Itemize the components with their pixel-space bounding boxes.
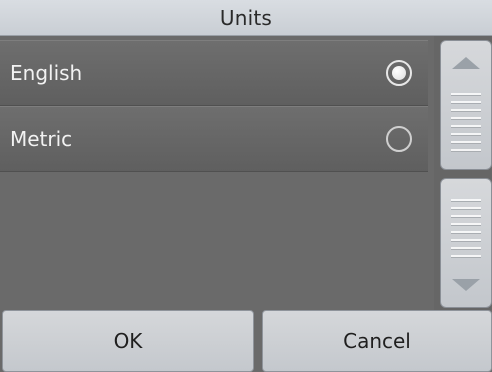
scroll-grip-line (451, 255, 481, 258)
scroll-grip-line (451, 149, 481, 152)
scrollbar[interactable] (434, 36, 492, 310)
option-label-english: English (10, 61, 83, 85)
scroll-grip-line (451, 231, 481, 234)
scroll-grip-line (451, 223, 481, 226)
triangle-up-icon (452, 57, 480, 69)
dialog-button-bar: OK Cancel (0, 310, 492, 372)
scroll-grip-line (451, 93, 481, 96)
scroll-grip-line (451, 247, 481, 250)
option-metric[interactable]: Metric (0, 106, 428, 172)
option-label-metric: Metric (10, 127, 73, 151)
ok-button[interactable]: OK (2, 310, 254, 372)
dialog-title: Units (219, 5, 273, 30)
radio-selected-icon[interactable] (386, 60, 412, 86)
option-english[interactable]: English (0, 40, 428, 106)
cancel-button[interactable]: Cancel (262, 310, 492, 372)
scroll-grip-line (451, 133, 481, 136)
scroll-grip-line (451, 199, 481, 202)
scroll-grip-line (451, 141, 481, 144)
scroll-grip-line (451, 239, 481, 242)
units-option-list: English Metric (0, 36, 432, 310)
scroll-grip-line (451, 109, 481, 112)
cancel-button-label: Cancel (343, 329, 411, 353)
radio-dot (392, 66, 406, 80)
ok-button-label: OK (113, 329, 143, 353)
scroll-grip-line (451, 117, 481, 120)
scroll-grip-line (451, 215, 481, 218)
radio-unselected-icon[interactable] (386, 126, 412, 152)
triangle-down-icon (452, 279, 480, 291)
scroll-down-button[interactable] (440, 178, 492, 308)
scroll-grip-line (451, 125, 481, 128)
scroll-grip-line (451, 207, 481, 210)
scroll-grip-line (451, 101, 481, 104)
dialog-title-bar: Units (0, 0, 492, 36)
units-dialog: Units English Metric OK Cancel (0, 0, 492, 372)
scroll-up-button[interactable] (440, 40, 492, 170)
